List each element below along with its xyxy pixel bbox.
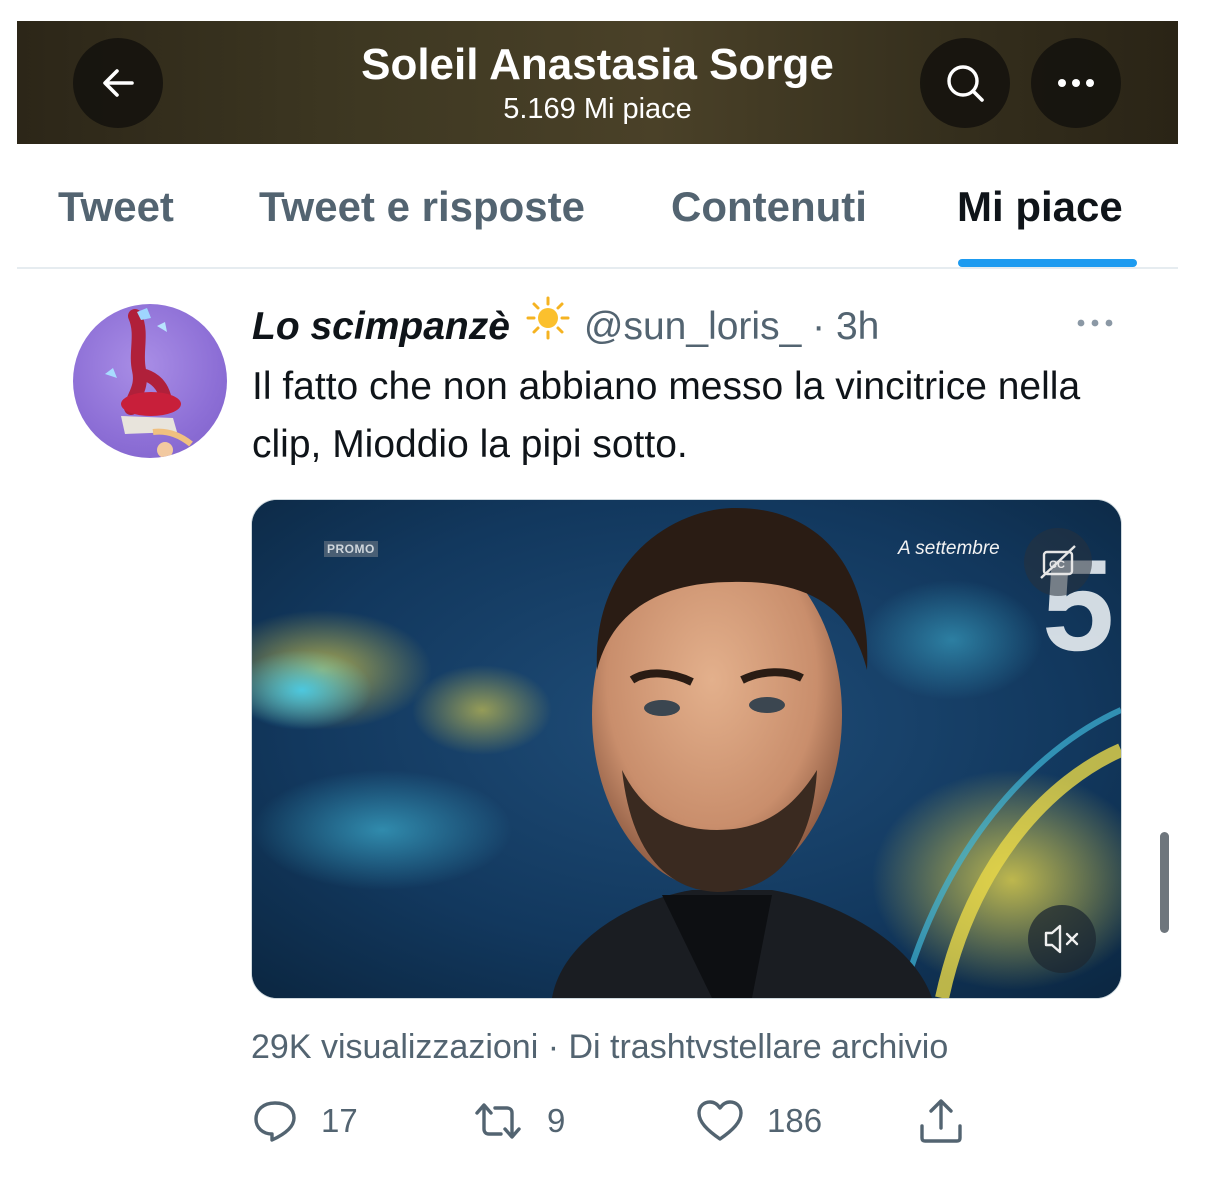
active-tab-indicator [958, 259, 1137, 267]
more-options-button[interactable] [1031, 38, 1121, 128]
avatar[interactable] [73, 304, 227, 458]
retweet-button[interactable]: 9 [471, 1093, 565, 1149]
more-horizontal-icon [1077, 319, 1113, 327]
volume-muted-icon [1044, 924, 1079, 954]
sun-emoji-icon [526, 296, 570, 353]
video-player[interactable]: 5 PROMO A settembre CC [251, 499, 1122, 999]
profile-header: Soleil Anastasia Sorge 5.169 Mi piace [17, 21, 1178, 144]
heart-icon [697, 1100, 743, 1141]
video-frame: 5 [252, 500, 1121, 998]
promo-label: PROMO [324, 541, 378, 557]
search-button[interactable] [920, 38, 1010, 128]
like-count: 186 [767, 1102, 823, 1139]
share-icon [920, 1099, 962, 1143]
tweet-more-button[interactable] [1075, 316, 1115, 335]
tab-contenuti[interactable]: Contenuti [671, 182, 867, 232]
share-button[interactable] [916, 1093, 966, 1149]
meta-separator: · [812, 304, 826, 348]
tab-mi-piace[interactable]: Mi piace [957, 182, 1123, 232]
search-icon [947, 65, 984, 102]
scrollbar[interactable] [1160, 832, 1169, 933]
like-button[interactable]: 186 [695, 1093, 822, 1149]
reply-count: 17 [321, 1102, 358, 1139]
avatar-illustration [105, 308, 193, 458]
tweet-header: Lo scimpanzè @sun_loris_ · 3h [252, 296, 879, 350]
retweet-icon [475, 1103, 521, 1139]
tab-tweet-e-risposte[interactable]: Tweet e risposte [259, 182, 585, 232]
reply-button[interactable]: 17 [251, 1093, 358, 1149]
mute-button[interactable] [1028, 905, 1096, 973]
reply-icon [254, 1101, 296, 1142]
profile-tabs: Tweet Tweet e risposte Contenuti Mi piac… [17, 144, 1178, 268]
author-name[interactable]: Lo scimpanzè [252, 305, 510, 348]
tweet-text: Il fatto che non abbiano messo la vincit… [252, 365, 1081, 466]
tab-tweet[interactable]: Tweet [58, 182, 174, 232]
retweet-count: 9 [547, 1102, 566, 1139]
video-views: 29K visualizzazioni · Di trashtvstellare… [251, 1028, 949, 1066]
more-horizontal-icon [1058, 79, 1094, 87]
tabs-divider [17, 267, 1178, 269]
author-handle[interactable]: @sun_loris_ [584, 305, 801, 348]
closed-captions-button[interactable]: CC [1024, 528, 1092, 596]
tweet-time[interactable]: 3h [836, 305, 879, 348]
video-overlay-text: A settembre [898, 538, 1000, 559]
closed-captions-icon: CC [1040, 545, 1076, 579]
